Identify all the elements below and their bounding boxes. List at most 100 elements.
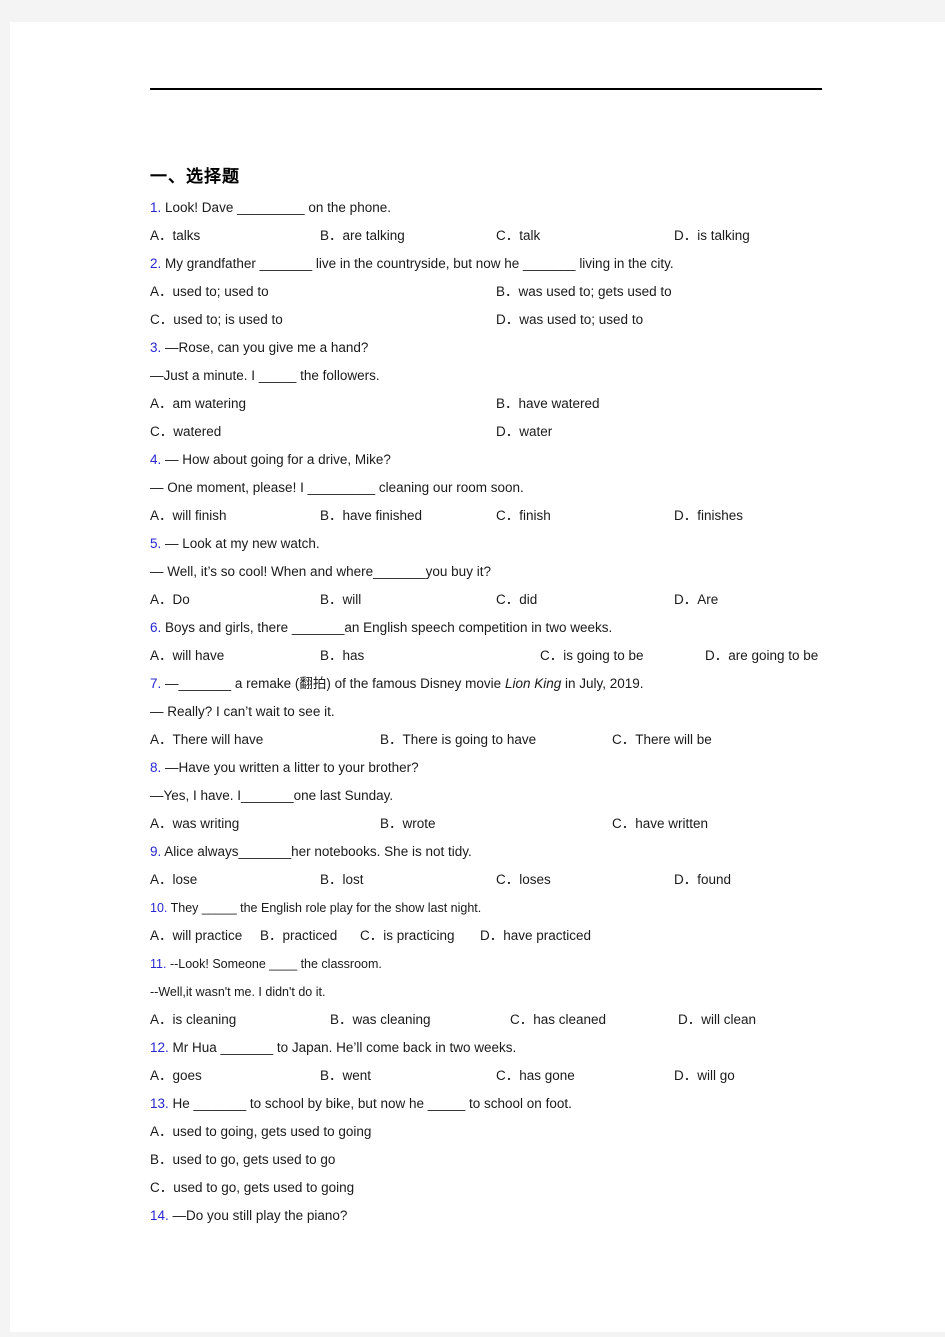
question-stem: 10. They _____ the English role play for…	[150, 894, 850, 922]
question-stem-text: —Do you still play the piano?	[172, 1208, 348, 1223]
option-a[interactable]: A．There will have	[150, 726, 380, 754]
question-number: 6.	[150, 620, 162, 635]
option-d[interactable]: D．have practiced	[480, 922, 591, 950]
option-b[interactable]: B．was used to; gets used to	[496, 278, 672, 306]
option-row: C．watered D．water	[150, 418, 850, 446]
question-stem-text: — Look at my new watch.	[165, 536, 320, 551]
option-b[interactable]: B．There is going to have	[380, 726, 612, 754]
option-d[interactable]: D．are going to be	[705, 642, 818, 670]
option-d[interactable]: D．Are	[674, 586, 718, 614]
document-page: 一、选择题 1. Look! Dave _________ on the pho…	[10, 22, 945, 1332]
option-c[interactable]: C．loses	[496, 866, 674, 894]
option-row: A．lose B．lost C．loses D．found	[150, 866, 850, 894]
option-a[interactable]: A．will have	[150, 642, 320, 670]
option-c[interactable]: C．did	[496, 586, 674, 614]
question-number: 3.	[150, 340, 162, 355]
question-stem-continued: — Really? I can’t wait to see it.	[150, 704, 335, 719]
option-row: C．used to; is used to D．was used to; used…	[150, 306, 850, 334]
option-a[interactable]: A．goes	[150, 1062, 320, 1090]
question-number: 12.	[150, 1040, 169, 1055]
option-row: C．used to go, gets used to going	[150, 1174, 850, 1202]
option-b[interactable]: B．went	[320, 1062, 496, 1090]
option-c[interactable]: C．used to go, gets used to going	[150, 1174, 354, 1202]
question-number: 1.	[150, 200, 162, 215]
option-a[interactable]: A．lose	[150, 866, 320, 894]
option-c[interactable]: C．There will be	[612, 726, 712, 754]
option-row: A．will practice B．practiced C．is practicin…	[150, 922, 850, 950]
option-c[interactable]: C．has cleaned	[510, 1006, 678, 1034]
option-b[interactable]: B．are talking	[320, 222, 496, 250]
option-d[interactable]: D．finishes	[674, 502, 743, 530]
option-b[interactable]: B．have watered	[496, 390, 600, 418]
option-row: A．was writing B．wrote C．have written	[150, 810, 850, 838]
option-a[interactable]: A．am watering	[150, 390, 496, 418]
question-stem-part-1: —_______ a remake (翻拍) of the famous Dis…	[165, 676, 505, 691]
option-a[interactable]: A．used to; used to	[150, 278, 496, 306]
question-stem-text: They _____ the English role play for the…	[170, 901, 482, 915]
question-stem: 6. Boys and girls, there _______an Engli…	[150, 614, 850, 642]
option-b[interactable]: B．have finished	[320, 502, 496, 530]
option-d[interactable]: D．was used to; used to	[496, 306, 643, 334]
option-b[interactable]: B．has	[320, 642, 540, 670]
question-stem: 2. My grandfather _______ live in the co…	[150, 250, 850, 278]
document-content: 一、选择题 1. Look! Dave _________ on the pho…	[150, 167, 850, 1230]
option-d[interactable]: D．found	[674, 866, 731, 894]
option-row: A．There will have B．There is going to hav…	[150, 726, 850, 754]
option-c[interactable]: C．is practicing	[360, 922, 480, 950]
question-stem: 8. —Have you written a litter to your br…	[150, 754, 850, 782]
option-c[interactable]: C．talk	[496, 222, 674, 250]
question-stem: 9. Alice always_______her notebooks. She…	[150, 838, 850, 866]
option-b[interactable]: B．will	[320, 586, 496, 614]
question-stem-text: Look! Dave _________ on the phone.	[165, 200, 391, 215]
option-c[interactable]: C．has gone	[496, 1062, 674, 1090]
option-b[interactable]: B．used to go, gets used to go	[150, 1146, 335, 1174]
option-a[interactable]: A．will finish	[150, 502, 320, 530]
question-stem: 3. —Rose, can you give me a hand?	[150, 334, 850, 362]
option-row: A．used to going, gets used to going	[150, 1118, 850, 1146]
option-d[interactable]: D．is talking	[674, 222, 750, 250]
option-row: A．used to; used to B．was used to; gets us…	[150, 278, 850, 306]
option-c[interactable]: C．used to; is used to	[150, 306, 496, 334]
option-row: A．will finish B．have finished C．finish D．fi…	[150, 502, 850, 530]
question-stem: 5. — Look at my new watch.	[150, 530, 850, 558]
question-stem-text: My grandfather _______ live in the count…	[165, 256, 674, 271]
option-d[interactable]: D．water	[496, 418, 552, 446]
option-c[interactable]: C．finish	[496, 502, 674, 530]
option-b[interactable]: B．practiced	[260, 922, 360, 950]
option-b[interactable]: B．was cleaning	[330, 1006, 510, 1034]
option-row: A．goes B．went C．has gone D．will go	[150, 1062, 850, 1090]
question-stem-text: Boys and girls, there _______an English …	[165, 620, 613, 635]
option-a[interactable]: A．Do	[150, 586, 320, 614]
question-stem-text: He _______ to school by bike, but now he…	[172, 1096, 572, 1111]
question-number: 7.	[150, 676, 162, 691]
option-b[interactable]: B．lost	[320, 866, 496, 894]
option-d[interactable]: D．will clean	[678, 1006, 756, 1034]
question-number: 4.	[150, 452, 162, 467]
question-stem-text: --Look! Someone ____ the classroom.	[169, 957, 382, 971]
option-a[interactable]: A．is cleaning	[150, 1006, 330, 1034]
question-stem-part-2: in July, 2019.	[561, 676, 644, 691]
question-number: 5.	[150, 536, 162, 551]
option-a[interactable]: A．talks	[150, 222, 320, 250]
question-stem: 1. Look! Dave _________ on the phone.	[150, 194, 850, 222]
question-stem-text: —Rose, can you give me a hand?	[165, 340, 369, 355]
option-d[interactable]: D．will go	[674, 1062, 735, 1090]
question-stem-text: — How about going for a drive, Mike?	[165, 452, 391, 467]
question-number: 9.	[150, 844, 162, 859]
question-number: 8.	[150, 760, 162, 775]
question-stem: 4. — How about going for a drive, Mike?	[150, 446, 850, 474]
question-stem-continued: —Just a minute. I _____ the followers.	[150, 368, 380, 383]
header-divider-rule	[150, 88, 822, 90]
option-c[interactable]: C．is going to be	[540, 642, 705, 670]
option-a[interactable]: A．will practice	[150, 922, 260, 950]
section-heading: 一、选择题	[150, 167, 240, 187]
option-c[interactable]: C．watered	[150, 418, 496, 446]
option-row: B．used to go, gets used to go	[150, 1146, 850, 1174]
question-stem: 14. —Do you still play the piano?	[150, 1202, 850, 1230]
option-a[interactable]: A．was writing	[150, 810, 380, 838]
option-row: A．Do B．will C．did D．Are	[150, 586, 850, 614]
option-b[interactable]: B．wrote	[380, 810, 612, 838]
question-stem: 7. —_______ a remake (翻拍) of the famous …	[150, 670, 850, 698]
option-a[interactable]: A．used to going, gets used to going	[150, 1118, 371, 1146]
option-c[interactable]: C．have written	[612, 810, 708, 838]
